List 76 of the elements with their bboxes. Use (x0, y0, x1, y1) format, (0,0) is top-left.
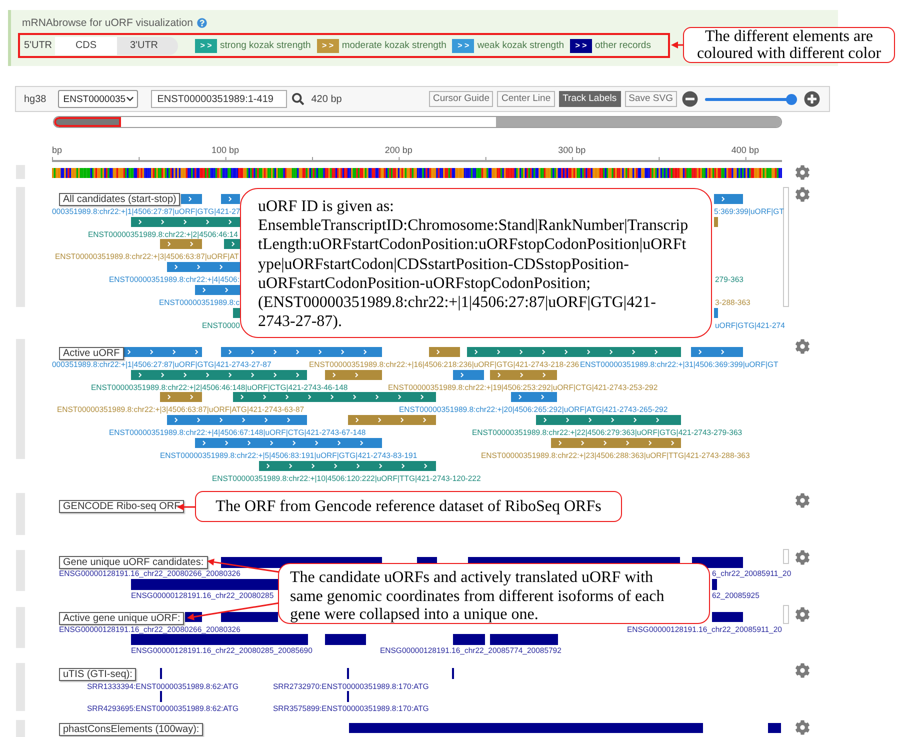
annotation-callout: uORF ID is given as: EnsembleTranscriptID:Chromosome:Stand|RankNumber|TranscriptLength:uORFstartCodonPosition:uORFstopCodonPosition|uORFtype|uORFstartCodon|CDSstartPosition-CDSstopPosition-uORFstartCodonPosition-uORFstopCodonPosition; (ENST00000351989.8:chr22:+|1|4506:27:87|uORF|GTG|421-2743-27-87). (240, 188, 712, 338)
help-icon[interactable] (196, 18, 207, 28)
annotation-callout: The different elements are coloured with different color (683, 27, 895, 63)
ruler-tick-label: bp (52, 145, 62, 156)
track-handle[interactable] (16, 550, 25, 591)
legend-label: moderate kozak strength (342, 40, 446, 51)
track-label: Active gene unique uORF: (59, 612, 184, 625)
track-scrollbar[interactable] (783, 605, 789, 624)
track-label: Active uORF (59, 347, 124, 360)
legend-swatch: > > (316, 38, 339, 52)
panel-title: mRNAbrowse for uORF visualization (22, 17, 193, 29)
track-label: Gene unique uORF candidates: (59, 556, 208, 569)
chevron-down-icon (126, 95, 134, 103)
track-handle[interactable] (16, 663, 25, 711)
track-label: uTIS (GTI-seq): (59, 668, 136, 681)
tis-site-mark (347, 668, 349, 679)
settings-icon[interactable] (795, 187, 810, 202)
ruler-tick-label: 300 bp (558, 145, 586, 156)
ruler-tick-label: 100 bp (212, 145, 240, 156)
gene-feature-bar (490, 634, 558, 645)
track-handle[interactable] (16, 187, 25, 307)
toolbar-button[interactable]: Cursor Guide (428, 91, 494, 107)
cds-region: CDS (55, 36, 117, 54)
gene-feature-bar (325, 634, 366, 645)
gene-feature-bar (692, 557, 743, 568)
settings-icon[interactable] (795, 165, 810, 180)
zoom-slider[interactable] (705, 94, 797, 104)
search-icon[interactable] (292, 93, 304, 105)
legend-swatch: > > (452, 38, 474, 52)
track-scrollbar[interactable] (783, 187, 789, 307)
track-label: GENCODE Ribo-seq ORF (59, 500, 184, 513)
track-scrollbar[interactable] (783, 549, 789, 564)
track-handle[interactable] (16, 720, 25, 737)
overview-track[interactable] (53, 116, 782, 128)
ruler-tick-label: 200 bp (384, 145, 412, 156)
tis-site-mark (160, 668, 162, 679)
gene-feature-bar (453, 634, 485, 645)
track-label: phastConsElements (100way): (59, 723, 204, 736)
settings-icon[interactable] (795, 550, 810, 565)
settings-icon[interactable] (795, 339, 810, 354)
gene-feature-bar (712, 579, 717, 590)
legend-swatch: > > (195, 38, 217, 52)
conserved-element-bar (768, 723, 781, 733)
settings-icon[interactable] (795, 607, 810, 622)
annotation-callout: The candidate uORFs and actively translated uORF with same genomic coordinates from different isoforms of each gene were collapsed into a unique one. (278, 563, 710, 624)
track-handle[interactable] (16, 165, 25, 179)
settings-icon[interactable] (795, 663, 810, 678)
tis-site-mark (160, 691, 162, 702)
gene-feature-bar (712, 612, 743, 622)
settings-icon[interactable] (795, 493, 810, 508)
track-label: All candidates (start-stop) (59, 193, 180, 206)
legend-label: strong kozak strength (220, 40, 311, 51)
legend-swatch: > > (570, 38, 592, 52)
utr-label: 5'UTR (24, 40, 54, 51)
utr-region: 3'UTR (117, 36, 178, 54)
tis-site-mark (452, 668, 454, 679)
slider-thumb[interactable] (786, 94, 797, 104)
length-label: 420 bp (311, 94, 342, 104)
gene-feature-bar (221, 612, 278, 622)
track-handle[interactable] (16, 607, 25, 648)
transcript-select[interactable]: ENST0000035 (58, 90, 138, 108)
annotation-callout: The ORF from Gencode reference dataset of RiboSeq ORFs (195, 491, 622, 522)
tis-site-mark (347, 691, 349, 702)
ruler-tick-label: 400 bp (731, 145, 759, 156)
settings-icon[interactable] (795, 720, 810, 735)
zoom-in-icon[interactable] (804, 91, 820, 107)
genome-label: hg38 (24, 94, 46, 104)
legend-label: weak kozak strength (477, 40, 564, 51)
track-handle[interactable] (16, 339, 25, 459)
toolbar-button[interactable]: Center Line (497, 91, 555, 107)
toolbar-button[interactable]: Save SVG (624, 91, 677, 107)
legend-label: other records (595, 40, 651, 51)
track-handle[interactable] (16, 493, 25, 535)
zoom-out-icon[interactable] (682, 91, 698, 107)
locus-input[interactable]: ENST00000351989:1-419 (151, 90, 288, 108)
toolbar-button[interactable]: Track Labels (558, 91, 621, 107)
